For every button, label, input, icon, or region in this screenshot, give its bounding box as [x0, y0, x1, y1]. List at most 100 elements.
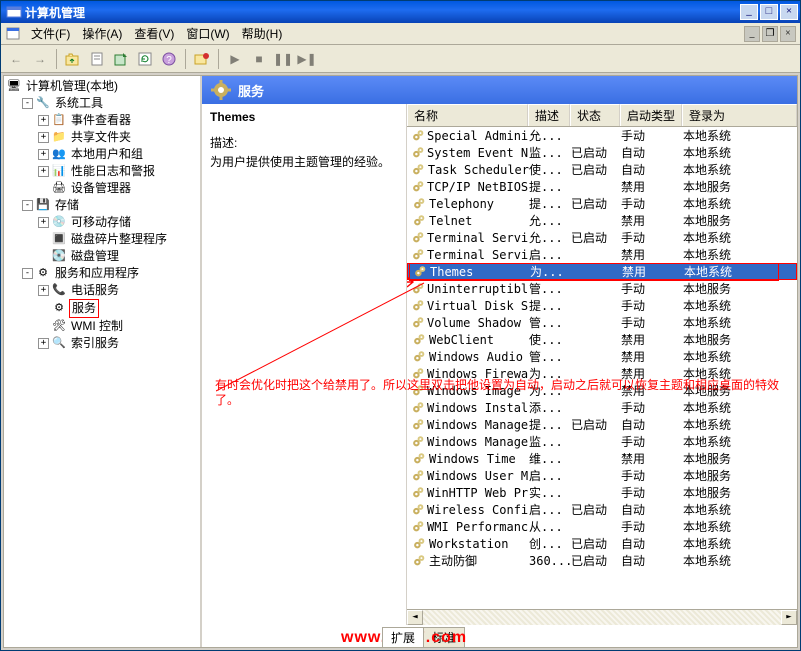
desc-label: 描述: [210, 134, 398, 151]
tree-storage[interactable]: 存储 [53, 197, 81, 214]
table-row[interactable]: Task Scheduler使...已启动自动本地系统 [407, 161, 797, 178]
export-button[interactable] [110, 48, 132, 70]
mdi-close-button[interactable]: × [780, 26, 796, 42]
table-row[interactable]: 主动防御360...已启动自动本地系统 [407, 552, 797, 569]
table-row[interactable]: Windows Installer添...手动本地系统 [407, 399, 797, 416]
services-list[interactable]: Special Admini...允...手动本地系统System Event … [407, 127, 797, 609]
cell-desc: 为... [530, 263, 572, 280]
nav-tree[interactable]: 🖥计算机管理(本地) -🔧系统工具 +📋事件查看器 +📁共享文件夹 +👥本地用户… [4, 76, 202, 647]
table-row[interactable]: Workstation创...已启动自动本地系统 [407, 535, 797, 552]
table-row[interactable]: Uninterruptibl...管...手动本地服务 [407, 280, 797, 297]
scroll-right-button[interactable]: ► [781, 610, 797, 625]
table-row[interactable]: System Event N...监...已启动自动本地系统 [407, 144, 797, 161]
cell-desc: 使... [529, 331, 571, 348]
close-button[interactable]: × [780, 4, 798, 20]
scroll-left-button[interactable]: ◄ [407, 610, 423, 625]
back-button[interactable]: ← [5, 48, 27, 70]
table-row[interactable]: Virtual Disk S...提...手动本地系统 [407, 297, 797, 314]
table-row[interactable]: Windows Manage...提...已启动自动本地系统 [407, 416, 797, 433]
menu-action[interactable]: 操作(A) [76, 23, 128, 44]
table-row[interactable]: Themes为...禁用本地系统 [407, 263, 797, 280]
table-row[interactable]: Wireless Confi...启...已启动自动本地系统 [407, 501, 797, 518]
expand-icon[interactable]: + [38, 149, 49, 160]
table-row[interactable]: Special Admini...允...手动本地系统 [407, 127, 797, 144]
tree-devmgr[interactable]: 设备管理器 [69, 180, 133, 197]
tree-root[interactable]: 计算机管理(本地) [24, 78, 120, 95]
tree-svcapps[interactable]: 服务和应用程序 [53, 265, 141, 282]
svg-text:?: ? [166, 55, 172, 66]
tools-icon: 🔧 [35, 97, 51, 111]
expand-icon[interactable]: + [38, 132, 49, 143]
tree-removable[interactable]: 可移动存储 [69, 214, 133, 231]
cell-status: 已启动 [571, 552, 621, 569]
table-row[interactable]: Volume Shadow ...管...手动本地系统 [407, 314, 797, 331]
col-startup[interactable]: 启动类型 [620, 104, 682, 126]
mdi-minimize-button[interactable]: _ [744, 26, 760, 42]
col-desc[interactable]: 描述 [528, 104, 570, 126]
maximize-button[interactable]: □ [760, 4, 778, 20]
table-row[interactable]: WinHTTP Web Pr...实...手动本地服务 [407, 484, 797, 501]
expand-icon[interactable]: + [38, 217, 49, 228]
storage-icon: 💾 [35, 199, 51, 213]
mdi-restore-button[interactable]: ❐ [762, 26, 778, 42]
expand-icon[interactable]: + [38, 166, 49, 177]
table-row[interactable]: Windows Image ...为...禁用本地服务 [407, 382, 797, 399]
expand-icon[interactable]: + [38, 115, 49, 126]
start-button[interactable]: ▶ [224, 48, 246, 70]
collapse-icon[interactable]: - [22, 98, 33, 109]
cell-logon: 本地系统 [683, 365, 797, 382]
col-name[interactable]: 名称 [407, 104, 528, 126]
col-logon[interactable]: 登录为 [682, 104, 797, 126]
stop-button[interactable]: ■ [248, 48, 270, 70]
tab-extended[interactable]: 扩展 [382, 627, 424, 647]
table-row[interactable]: Windows Manage...监...手动本地系统 [407, 433, 797, 450]
table-row[interactable]: Windows Time维...禁用本地服务 [407, 450, 797, 467]
tree-perf[interactable]: 性能日志和警报 [69, 163, 157, 180]
table-row[interactable]: Telephony提...已启动手动本地系统 [407, 195, 797, 212]
cell-name: Wireless Confi... [427, 503, 529, 517]
forward-button[interactable]: → [29, 48, 51, 70]
menu-window[interactable]: 窗口(W) [180, 23, 235, 44]
tree-index[interactable]: 索引服务 [69, 335, 121, 352]
tree-services[interactable]: 服务 [69, 299, 99, 318]
tree-telephony[interactable]: 电话服务 [69, 282, 121, 299]
tree-diskmgmt[interactable]: 磁盘管理 [69, 248, 121, 265]
tree-shared[interactable]: 共享文件夹 [69, 129, 133, 146]
menu-file[interactable]: 文件(F) [25, 23, 76, 44]
tree-defrag[interactable]: 磁盘碎片整理程序 [69, 231, 169, 248]
table-row[interactable]: Windows Audio管...禁用本地系统 [407, 348, 797, 365]
ext-button[interactable] [191, 48, 213, 70]
collapse-icon[interactable]: - [22, 268, 33, 279]
pause-button[interactable]: ❚❚ [272, 48, 294, 70]
table-row[interactable]: TCP/IP NetBIOS...提...禁用本地服务 [407, 178, 797, 195]
collapse-icon[interactable]: - [22, 200, 33, 211]
help-button[interactable]: ? [158, 48, 180, 70]
expand-icon[interactable]: + [38, 285, 49, 296]
telephony-icon: 📞 [51, 284, 67, 298]
up-button[interactable] [62, 48, 84, 70]
properties-button[interactable] [86, 48, 108, 70]
table-row[interactable]: Terminal Services允...已启动手动本地系统 [407, 229, 797, 246]
menu-help[interactable]: 帮助(H) [236, 23, 289, 44]
wmi-icon: 🛠 [51, 320, 67, 334]
expand-icon[interactable]: + [38, 338, 49, 349]
titlebar: 计算机管理 _ □ × [1, 1, 800, 23]
tree-users[interactable]: 本地用户和组 [69, 146, 145, 163]
table-row[interactable]: Terminal Servi...启...禁用本地系统 [407, 246, 797, 263]
table-row[interactable]: WMI Performanc...从...手动本地系统 [407, 518, 797, 535]
tree-event[interactable]: 事件查看器 [69, 112, 133, 129]
table-row[interactable]: Telnet允...禁用本地服务 [407, 212, 797, 229]
tree-wmi[interactable]: WMI 控制 [69, 318, 125, 335]
tree-systools[interactable]: 系统工具 [53, 95, 105, 112]
restart-button[interactable]: ▶❚ [296, 48, 318, 70]
toolbar: ← → ? ▶ ■ ❚❚ ▶❚ [1, 45, 800, 73]
menu-view[interactable]: 查看(V) [128, 23, 180, 44]
table-row[interactable]: Windows Firewa...为...禁用本地系统 [407, 365, 797, 382]
col-status[interactable]: 状态 [570, 104, 620, 126]
cell-logon: 本地系统 [683, 399, 797, 416]
refresh-button[interactable] [134, 48, 156, 70]
table-row[interactable]: Windows User M...启...手动本地服务 [407, 467, 797, 484]
table-row[interactable]: WebClient使...禁用本地服务 [407, 331, 797, 348]
minimize-button[interactable]: _ [740, 4, 758, 20]
horizontal-scrollbar[interactable]: ◄ ► [407, 609, 797, 625]
